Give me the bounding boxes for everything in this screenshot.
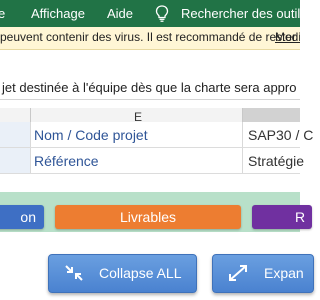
menu-affichage[interactable]: Affichage <box>31 6 85 21</box>
collapse-all-label: Collapse ALL <box>99 265 182 281</box>
menu-aide[interactable]: Aide <box>107 6 133 21</box>
formula-bar[interactable]: jet destinée à l'équipe dès que la chart… <box>0 77 300 100</box>
collapse-arrows-icon <box>65 265 83 281</box>
formula-content[interactable]: jet destinée à l'équipe dès que la chart… <box>2 80 296 95</box>
warning-message: peuvent contenir des virus. Il est recom… <box>0 30 300 44</box>
protected-view-bar: peuvent contenir des virus. Il est recom… <box>0 27 300 50</box>
expand-all-button[interactable]: Expan <box>212 254 314 293</box>
table-row: Nom / Code projet SAP30 / C <box>0 122 313 148</box>
cell-border <box>30 148 31 174</box>
grid-gap <box>0 100 300 108</box>
enable-editing-link[interactable]: Modif <box>275 30 300 44</box>
nav-tab-blue-label: on <box>20 209 36 225</box>
cell-left[interactable] <box>0 148 30 174</box>
value-nom-code-projet[interactable]: SAP30 / C <box>248 127 313 143</box>
cell-border <box>242 122 243 148</box>
toolbar-gap <box>0 50 300 77</box>
cell-left[interactable] <box>0 122 30 148</box>
cell-border <box>30 122 31 148</box>
cell-border <box>242 148 243 174</box>
nav-tab-purple[interactable]: R <box>252 205 312 229</box>
collapse-all-button[interactable]: Collapse ALL <box>48 254 197 293</box>
expand-all-label: Expan <box>264 265 304 281</box>
nav-tab-livrables-label: Livrables <box>119 209 177 225</box>
row-border <box>0 173 300 174</box>
nav-tab-livrables[interactable]: Livrables <box>55 205 241 229</box>
table-row: Référence Stratégie <box>0 148 304 174</box>
label-reference[interactable]: Référence <box>34 153 99 169</box>
ribbon-menu-bar: e Affichage Aide Rechercher des outils a <box>0 0 318 27</box>
lightbulb-icon[interactable] <box>155 5 169 22</box>
value-reference[interactable]: Stratégie <box>248 153 304 169</box>
nav-tab-blue[interactable]: on <box>0 205 44 229</box>
search-tools-input[interactable]: Rechercher des outils a <box>181 6 318 21</box>
nav-tab-purple-label: R <box>295 209 306 225</box>
ribbon-menu-partial[interactable]: e <box>0 6 5 21</box>
expand-arrows-icon <box>229 265 247 281</box>
label-nom-code-projet[interactable]: Nom / Code projet <box>34 127 148 143</box>
